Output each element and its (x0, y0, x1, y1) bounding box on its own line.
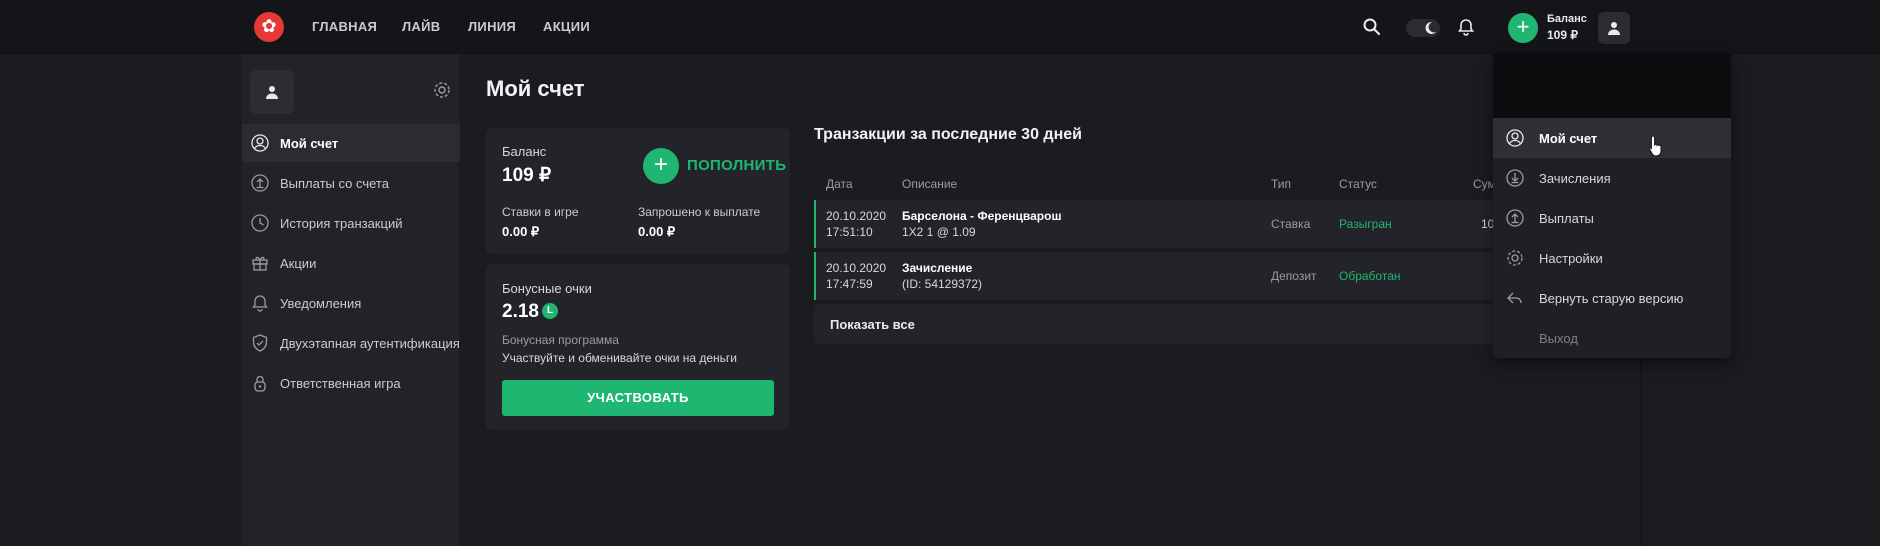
search-icon[interactable] (1362, 17, 1382, 37)
bell-icon[interactable] (1456, 17, 1476, 37)
bets-in-play-value: 0.00 ₽ (502, 224, 540, 239)
dropdown-item-settings[interactable]: Настройки (1493, 238, 1731, 278)
sidebar-item-label: Мой счет (280, 135, 339, 151)
participate-button[interactable]: УЧАСТВОВАТЬ (502, 380, 774, 416)
user-icon (1608, 22, 1620, 35)
bell-icon (252, 295, 268, 312)
nav-live[interactable]: ЛАЙВ (402, 19, 440, 34)
bonus-program-label: Бонусная программа (502, 333, 619, 347)
tx-description-detail: (ID: 54129372) (902, 277, 983, 291)
user-avatar-button[interactable] (1598, 12, 1630, 44)
sidebar-item-withdrawals[interactable]: Выплаты со счета (242, 164, 460, 202)
tx-type: Ставка (1271, 217, 1311, 231)
requested-withdrawal-label: Запрошено к выплате (638, 205, 761, 219)
sidebar-avatar[interactable] (250, 70, 294, 114)
sidebar-item-label: История транзакций (280, 215, 403, 231)
theme-toggle[interactable] (1406, 19, 1440, 37)
transactions-title: Транзакции за последние 30 дней (814, 126, 1082, 143)
show-all-label: Показать все (830, 317, 915, 332)
dropdown-item-old-version[interactable]: Вернуть старую версию (1493, 278, 1731, 318)
balance-value: 109 ₽ (502, 165, 552, 186)
col-date: Дата (826, 177, 853, 191)
gift-icon (252, 256, 268, 271)
tx-description: Барселона - Ференцварош (902, 209, 1062, 223)
reply-arrow-icon (1507, 292, 1522, 304)
show-all-button[interactable]: Показать все (814, 304, 1514, 344)
dropdown-header (1493, 54, 1731, 118)
table-row[interactable] (814, 200, 1514, 248)
topup-button[interactable]: ПОПОЛНИТЬ (687, 157, 786, 174)
lock-icon (254, 375, 266, 392)
header-balance-value: 109 ₽ (1547, 28, 1578, 42)
tx-date: 20.10.2020 (826, 209, 887, 223)
dropdown-item-label: Выплаты (1539, 210, 1594, 226)
balance-label: Баланс (502, 144, 547, 159)
bonus-label: Бонусные очки (502, 281, 592, 296)
dropdown-item-logout[interactable]: Выход (1493, 318, 1731, 358)
gear-icon[interactable] (432, 80, 452, 100)
upload-circle-icon (1506, 209, 1524, 227)
tx-time: 17:47:59 (826, 277, 873, 291)
upload-circle-icon (251, 174, 269, 192)
bonus-coin-icon: L (542, 303, 558, 319)
hand-cursor-icon (1648, 135, 1662, 157)
sidebar-item-label: Акции (280, 255, 317, 271)
dropdown-item-withdrawals[interactable]: Выплаты (1493, 198, 1731, 238)
dropdown-item-label: Выход (1539, 330, 1578, 346)
table-row[interactable] (814, 252, 1514, 300)
tx-status: Разыгран (1339, 217, 1392, 231)
dropdown-item-label: Настройки (1539, 250, 1603, 266)
tx-type: Депозит (1271, 269, 1317, 283)
logo-icon[interactable]: ✿ (254, 12, 284, 42)
moon-icon (1425, 21, 1436, 34)
sidebar-item-label: Уведомления (280, 295, 362, 311)
tx-description: Зачисление (902, 261, 973, 275)
tx-status: Обработан (1339, 269, 1401, 283)
sidebar-item-my-account[interactable]: Мой счет (242, 124, 460, 162)
tx-description-detail: 1X2 1 @ 1.09 (902, 225, 976, 239)
add-balance-button[interactable]: + (1508, 13, 1538, 43)
sidebar-item-2fa[interactable]: Двухэтапная аутентификация (242, 324, 460, 362)
sidebar-item-notifications[interactable]: Уведомления (242, 284, 460, 322)
sidebar-item-promos[interactable]: Акции (242, 244, 460, 282)
topup-icon-button[interactable]: + (643, 148, 679, 184)
sidebar-item-responsible-gaming[interactable]: Ответственная игра (242, 364, 460, 402)
nav-main[interactable]: ГЛАВНАЯ (312, 19, 377, 34)
bonus-program-text: Участвуйте и обменивайте очки на деньги (502, 351, 738, 365)
header-balance-label: Баланс (1547, 13, 1587, 25)
col-status: Статус (1339, 177, 1377, 191)
sidebar-item-label: Выплаты со счета (280, 175, 389, 191)
download-circle-icon (1506, 169, 1524, 187)
dropdown-item-deposits[interactable]: Зачисления (1493, 158, 1731, 198)
gear-icon (1507, 250, 1523, 266)
requested-withdrawal-value: 0.00 ₽ (638, 224, 676, 239)
dropdown-item-label: Мой счет (1539, 130, 1598, 146)
nav-line[interactable]: ЛИНИЯ (468, 19, 516, 34)
tx-date: 20.10.2020 (826, 261, 887, 275)
user-circle-icon (251, 134, 269, 152)
dropdown-item-my-account[interactable]: Мой счет (1493, 118, 1731, 158)
sidebar-item-history[interactable]: История транзакций (242, 204, 460, 242)
tx-time: 17:51:10 (826, 225, 873, 239)
col-description: Описание (902, 177, 958, 191)
sidebar-item-label: Двухэтапная аутентификация (280, 335, 460, 351)
shield-icon (252, 334, 268, 352)
user-icon (266, 86, 278, 99)
dropdown-item-label: Вернуть старую версию (1539, 290, 1684, 306)
clock-icon (251, 214, 269, 232)
user-circle-icon (1506, 129, 1524, 147)
col-type: Тип (1271, 177, 1292, 191)
nav-promos[interactable]: АКЦИИ (543, 19, 590, 34)
dropdown-item-label: Зачисления (1539, 170, 1611, 186)
bonus-value: 2.18 (502, 301, 539, 322)
sidebar-item-label: Ответственная игра (280, 375, 401, 391)
page-title: Мой счет (486, 76, 585, 101)
bets-in-play-label: Ставки в игре (502, 205, 579, 219)
